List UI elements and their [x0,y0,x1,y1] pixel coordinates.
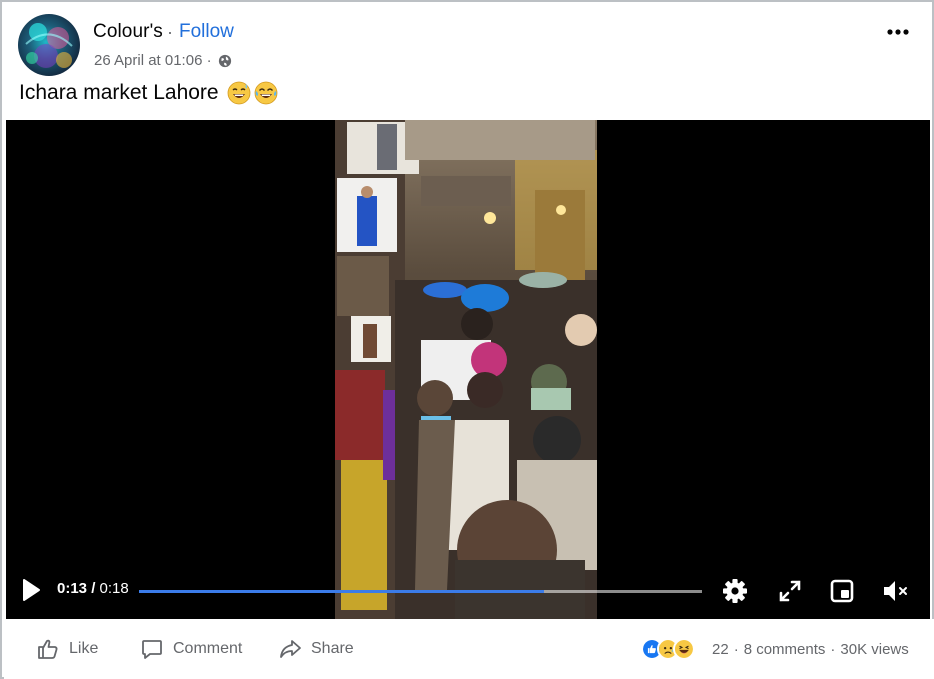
post-timestamp-row: 26 April at 01:06 · [94,52,232,69]
post-footer: Like Comment Share 22 · 8 comments · 30K… [4,619,934,679]
play-button[interactable] [20,578,42,602]
more-horizontal-icon [887,29,909,35]
reaction-count[interactable]: 22 [712,641,729,658]
comment-button[interactable]: Comment [140,637,242,661]
page-avatar[interactable] [18,14,80,76]
fullscreen-button[interactable] [775,576,805,606]
follow-button[interactable]: Follow [179,21,234,43]
share-icon [280,640,301,658]
thumbs-up-icon [38,639,58,659]
globe-icon [218,54,232,68]
fullscreen-icon [779,580,801,602]
reaction-icons[interactable] [641,638,695,660]
haha-reaction-icon [673,638,695,660]
video-player[interactable]: 0:13 / 0:18 [6,120,930,619]
comments-count[interactable]: 8 comments [744,641,826,658]
caption-text: Ichara market Lahore [19,81,219,104]
mute-button[interactable] [880,576,910,606]
caption-emojis [227,81,278,105]
page-name[interactable]: Colour's [93,21,163,43]
views-count: 30K views [840,641,909,658]
stats-dot-2: · [830,641,836,658]
more-options-button[interactable] [884,20,912,44]
total-time: 0:18 [99,580,129,597]
comment-label: Comment [173,640,243,657]
share-label: Share [311,640,354,657]
current-time: 0:13 [57,580,88,597]
grinning-sweat-emoji [227,81,251,105]
picture-in-picture-button[interactable] [827,576,857,606]
tears-of-joy-emoji [254,81,278,105]
like-label: Like [69,640,99,657]
post-card: Colour's · Follow 26 April at 01:06 · Ic… [0,0,934,679]
time-separator: / [87,580,100,597]
mute-icon [884,581,907,601]
share-button[interactable]: Share [278,637,354,661]
settings-icon [723,579,747,603]
post-stats: 22 · 8 comments · 30K views [712,641,909,658]
video-controls: 0:13 / 0:18 [6,563,930,619]
post-timestamp[interactable]: 26 April at 01:06 · [94,52,212,69]
video-time: 0:13 / 0:18 [57,580,129,597]
picture-in-picture-icon [830,579,854,603]
comment-icon [142,640,162,659]
progress-bar[interactable] [139,590,702,593]
name-separator: · [167,22,173,42]
play-icon [23,579,40,601]
settings-button[interactable] [720,576,750,606]
like-button[interactable]: Like [36,637,98,661]
stats-dot-1: · [733,641,739,658]
post-caption: Ichara market Lahore [19,81,278,105]
progress-fill [139,590,545,593]
video-frame [335,120,597,619]
